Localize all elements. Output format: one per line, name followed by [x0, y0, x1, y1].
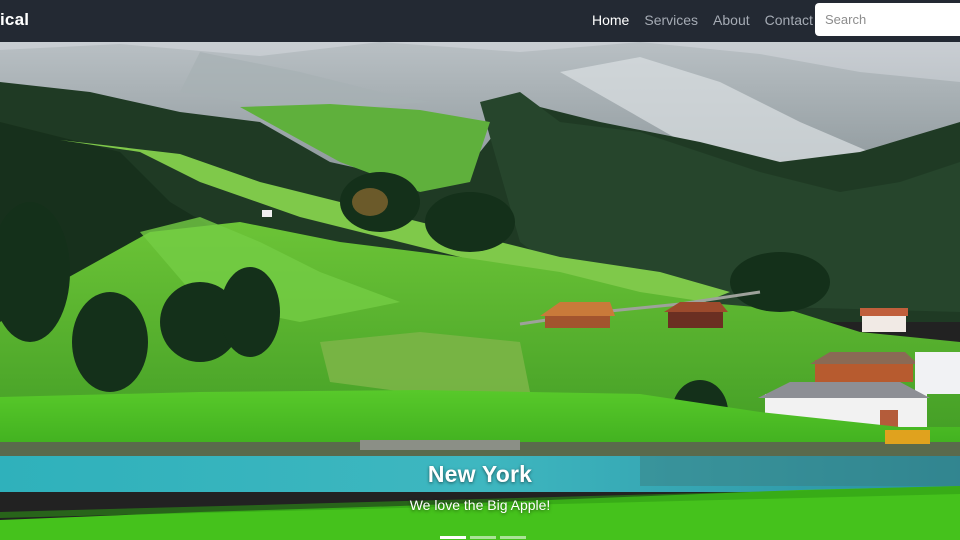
- search-input[interactable]: [815, 3, 960, 36]
- brand-logo[interactable]: ical: [0, 10, 29, 30]
- nav-link-home[interactable]: Home: [592, 12, 629, 28]
- carousel-indicator-1[interactable]: [440, 536, 466, 539]
- navbar: ical Home Services About Contact: [0, 0, 960, 42]
- carousel-title: New York: [427, 461, 533, 487]
- nav-links: Home Services About Contact: [592, 12, 828, 28]
- carousel: New York We love the Big Apple!: [0, 42, 960, 540]
- nav-link-services[interactable]: Services: [644, 12, 698, 28]
- carousel-indicators: [440, 536, 526, 539]
- nav-link-contact[interactable]: Contact: [765, 12, 813, 28]
- carousel-indicator-2[interactable]: [470, 536, 496, 539]
- carousel-caption: We love the Big Apple!: [409, 497, 551, 513]
- nav-link-about[interactable]: About: [713, 12, 750, 28]
- carousel-indicator-3[interactable]: [500, 536, 526, 539]
